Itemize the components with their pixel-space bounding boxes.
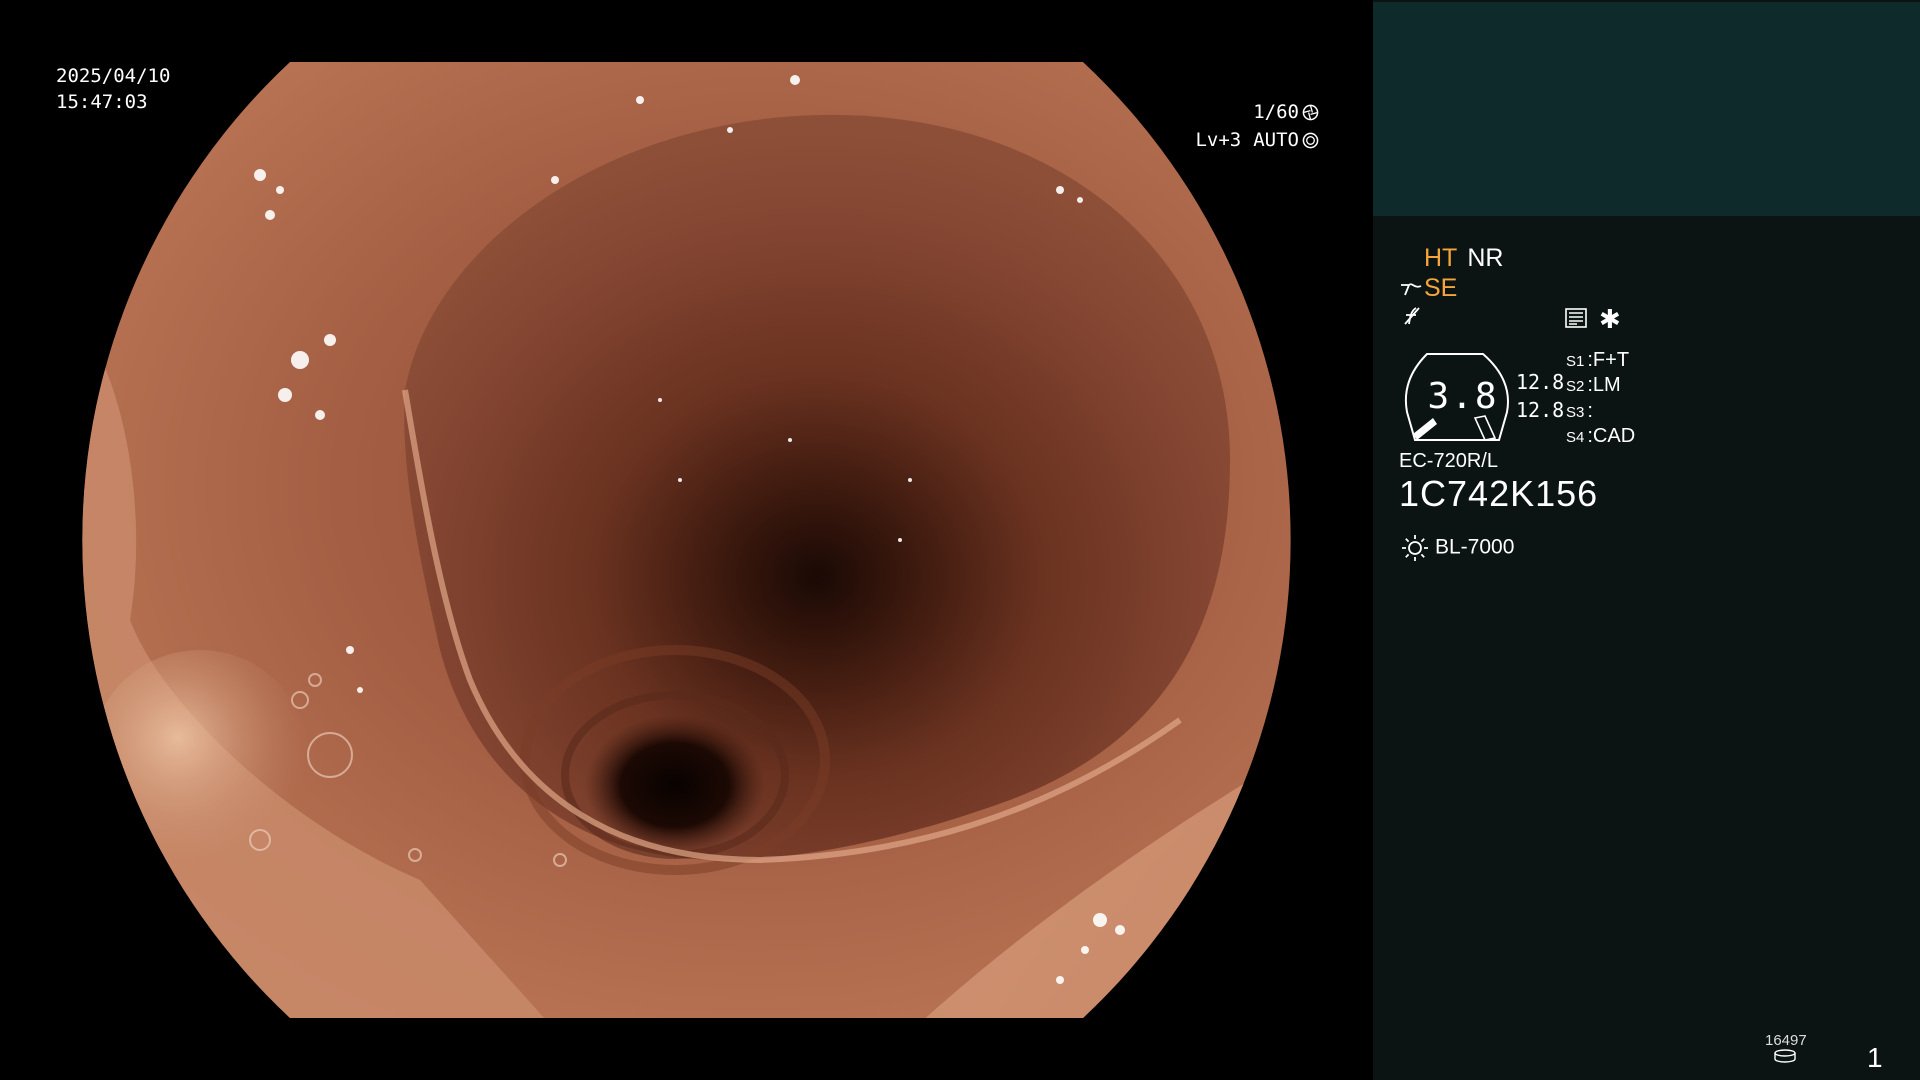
ht-label: HT — [1424, 244, 1458, 272]
scope-model: EC-720R/L — [1399, 450, 1498, 472]
switch-value: LM — [1592, 374, 1621, 396]
date-text: 2025/04/10 — [56, 65, 171, 87]
scope-serial: 1C742K156 — [1399, 473, 1599, 514]
color-mode-icon — [1401, 305, 1423, 332]
switch-key: S2 — [1566, 378, 1585, 395]
switch-value: F+T — [1592, 349, 1630, 371]
nr-label: NR — [1467, 244, 1504, 272]
aperture-icon — [1302, 104, 1319, 120]
switch-s4: S4:CAD — [1566, 425, 1636, 447]
se-row: SE — [1399, 276, 1457, 301]
enhancement-row: HT NR — [1424, 246, 1503, 271]
switch-s2: S2:LM — [1566, 374, 1621, 396]
storage-icon — [1774, 1049, 1796, 1063]
level-text: Lv+3 — [1195, 129, 1242, 151]
asterisk-icon: ✱ — [1599, 304, 1621, 334]
image-counter: 16497 — [1765, 1032, 1807, 1049]
info-panel: HT NR SE ✱ 3.8 12.8 12.8 S1:F+T S2:LM S3:… — [1373, 0, 1920, 1080]
time-text: 15:47:03 — [56, 91, 148, 113]
datetime-overlay: 2025/04/10 15:47:03 — [56, 63, 170, 115]
exposure-overlay: 1/60 Lv+3 AUTO — [1195, 98, 1319, 154]
info-top-block — [1373, 2, 1920, 216]
menu-icon — [1565, 308, 1587, 328]
shutter-speed-text: 1/60 — [1253, 101, 1299, 123]
shutter-row: 1/60 — [1195, 98, 1319, 126]
mode-text: AUTO — [1253, 129, 1299, 151]
switch-key: S3 — [1566, 404, 1585, 421]
endoscopy-view: 2025/04/10 15:47:03 1/60 Lv+3 AUTO — [0, 0, 1373, 1080]
sun-icon — [1402, 535, 1428, 561]
colon-lumen-image — [82, 62, 1291, 1018]
structure-enhance-icon — [1401, 283, 1422, 296]
switch-s1: S1:F+T — [1566, 349, 1630, 371]
slash-f-icon — [1404, 307, 1420, 325]
level-row: Lv+3 AUTO — [1195, 126, 1319, 154]
switch-key: S4 — [1566, 429, 1585, 446]
gauge-readout-1: 12.8 — [1516, 370, 1565, 394]
switch-key: S1 — [1566, 353, 1585, 370]
se-label: SE — [1424, 274, 1458, 302]
light-source-row: BL-7000 — [1401, 534, 1514, 562]
switch-s3: S3: — [1566, 400, 1593, 422]
iris-icon — [1302, 132, 1319, 148]
page-number: 1 — [1867, 1042, 1883, 1073]
gauge-readout-2: 12.8 — [1516, 398, 1565, 422]
light-source-label: BL-7000 — [1435, 535, 1515, 559]
gauge-value: 3.8 — [1427, 376, 1499, 417]
switch-value: CAD — [1592, 425, 1636, 447]
